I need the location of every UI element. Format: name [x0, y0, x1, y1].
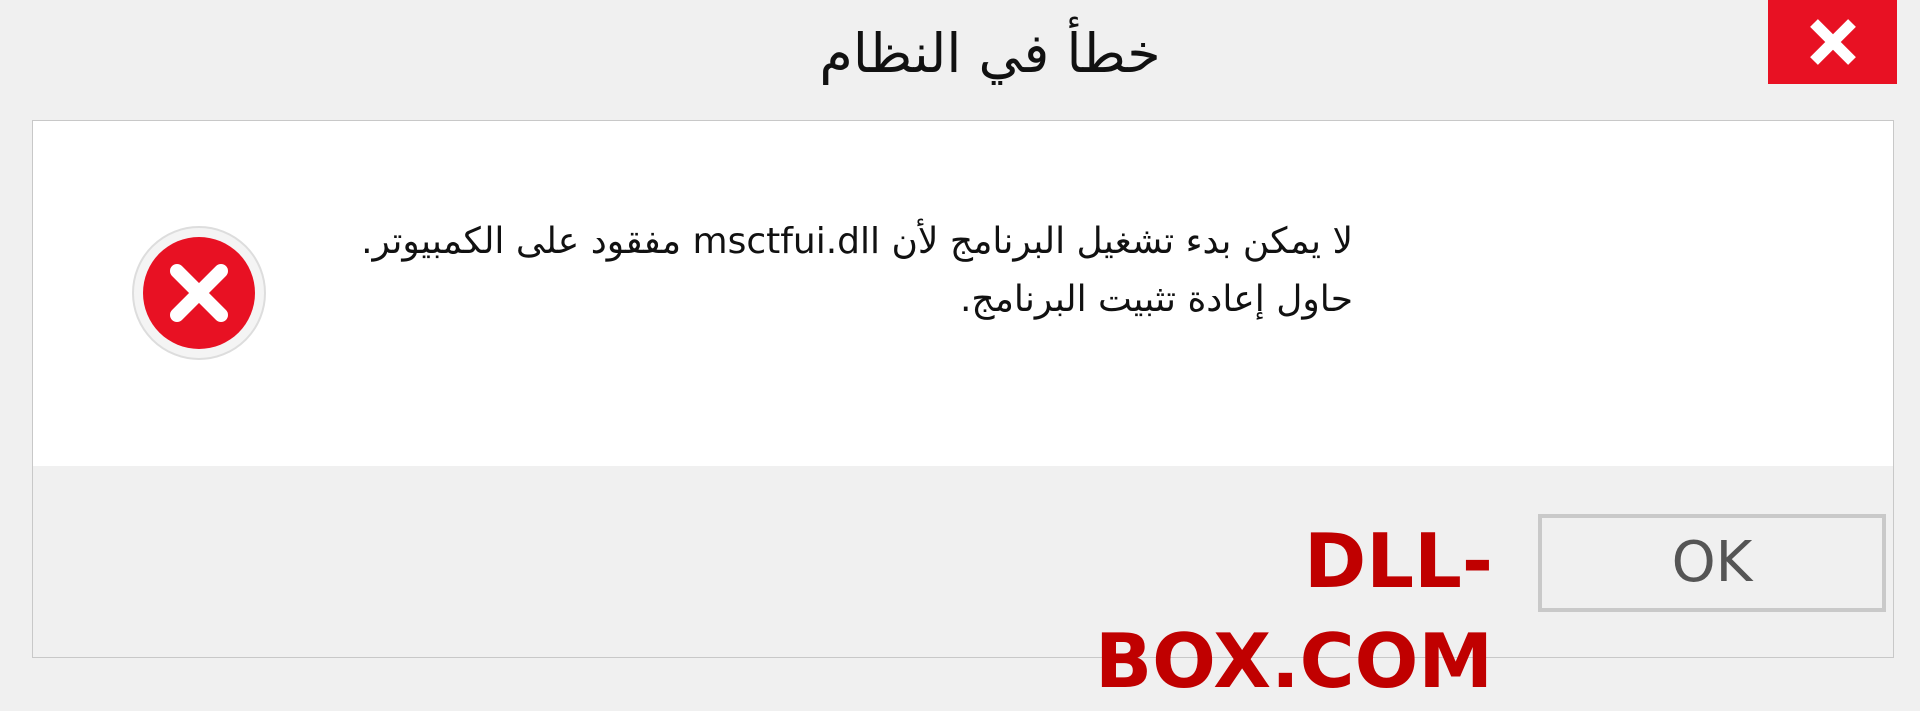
error-message: لا يمكن بدء تشغيل البرنامج لأن msctfui.d…: [303, 213, 1353, 329]
brand-watermark: DLL-BOX.COM: [1095, 517, 1493, 705]
message-panel: لا يمكن بدء تشغيل البرنامج لأن msctfui.d…: [33, 121, 1893, 466]
ok-button[interactable]: OK: [1538, 514, 1886, 612]
error-icon: [132, 226, 266, 360]
close-icon: [1809, 19, 1856, 65]
error-dialog: لا يمكن بدء تشغيل البرنامج لأن msctfui.d…: [32, 120, 1894, 705]
close-button[interactable]: [1768, 0, 1897, 84]
window-title: خطأ في النظام: [819, 22, 1161, 85]
dll-name: msctfui.dll: [692, 221, 881, 262]
message-part-1: لا يمكن بدء تشغيل البرنامج لأن: [880, 221, 1353, 262]
